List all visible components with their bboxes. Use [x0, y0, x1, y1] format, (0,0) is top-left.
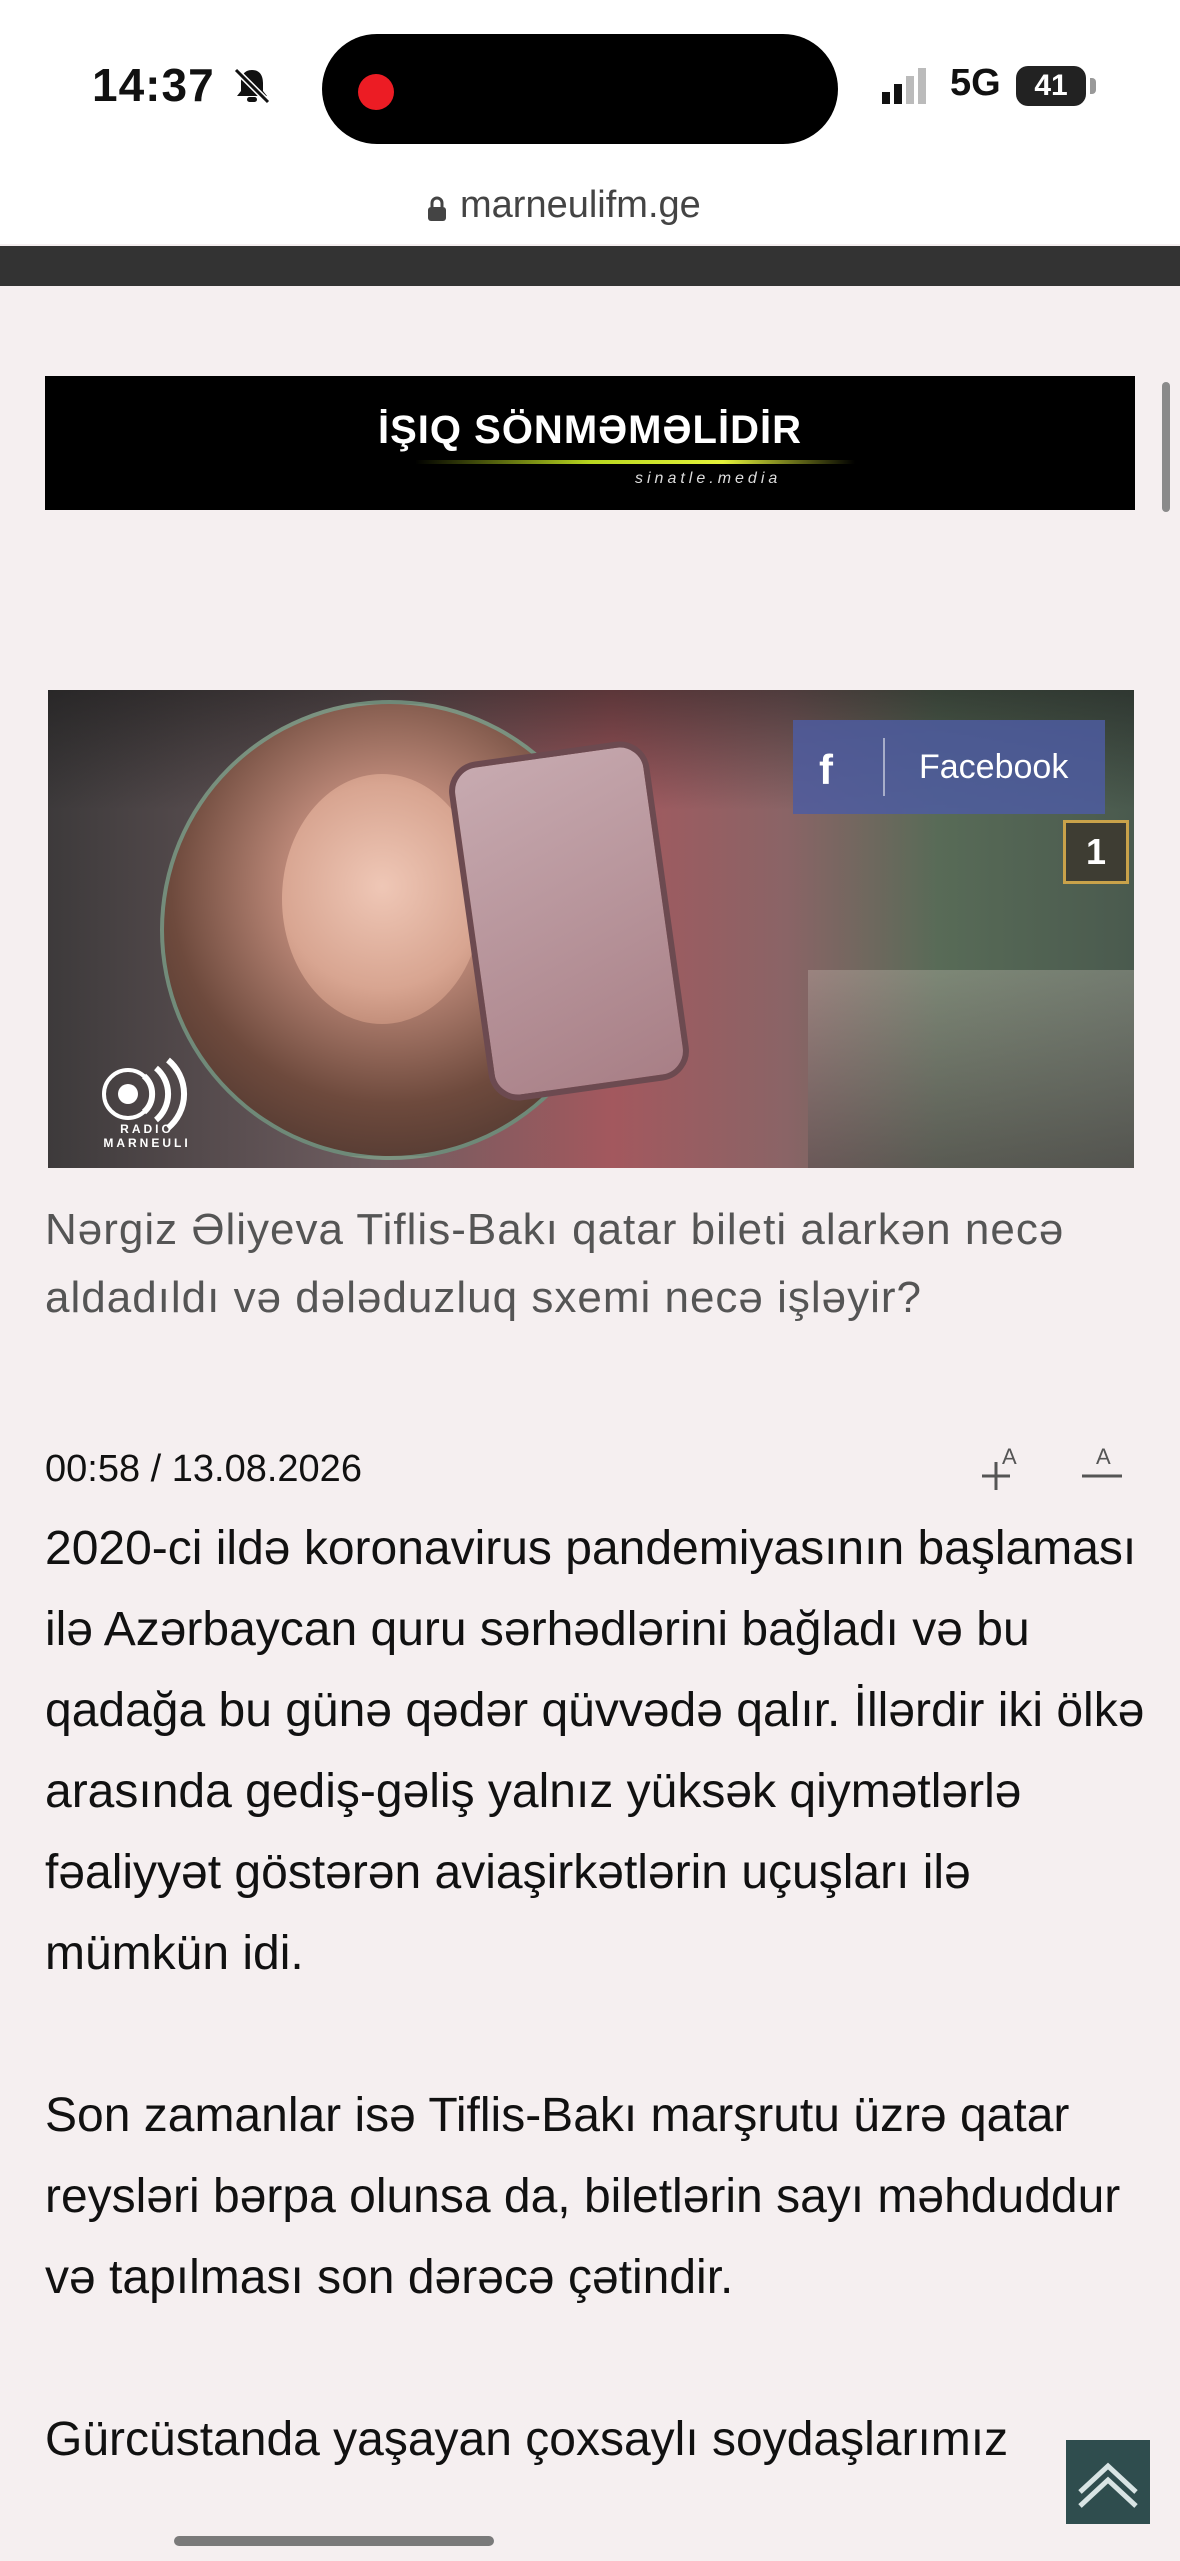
scroll-top-button[interactable]: [1066, 2440, 1150, 2524]
article-paragraph: Gürcüstanda yaşayan çoxsaylı soydaşlarım…: [45, 2413, 1009, 2466]
chevron-up-icon: [1078, 2462, 1138, 2508]
recording-indicator-icon: [358, 74, 394, 110]
article-hero-image: f Facebook 1 RADIO MARNEULI: [48, 690, 1134, 1168]
facebook-separator: [883, 738, 885, 796]
url-text[interactable]: marneulifm.ge: [460, 184, 701, 227]
platform-number-sign: 1: [1063, 820, 1129, 884]
banner-subtitle: sinatle.media: [635, 470, 782, 487]
svg-text:A: A: [1002, 1444, 1017, 1469]
signal-icon: [882, 68, 926, 104]
article-body: 2020-ci ildə koronavirus pandemiyasının …: [45, 1508, 1155, 2561]
article-title: Nərgiz Əliyeva Tiflis-Bakı qatar bileti …: [45, 1205, 1065, 1322]
facebook-icon: f: [819, 746, 833, 793]
network-type: 5G: [950, 62, 1001, 104]
bell-slash-icon: [233, 67, 271, 105]
battery-icon: 41: [1016, 66, 1086, 106]
status-time: 14:37: [92, 59, 215, 111]
radio-logo-text: RADIO MARNEULI: [103, 1122, 191, 1150]
site-nav-strip: [0, 246, 1180, 286]
font-decrease-icon[interactable]: A: [1080, 1438, 1126, 1494]
article-paragraph: Son zamanlar isə Tiflis-Bakı marşrutu üz…: [45, 2089, 1121, 2304]
battery-tip: [1090, 78, 1096, 94]
hero-platform: [808, 970, 1134, 1168]
promo-banner[interactable]: İŞIQ SÖNMƏMƏLİDİR sinatle.media: [45, 376, 1135, 510]
font-increase-icon[interactable]: A: [978, 1438, 1026, 1494]
home-indicator[interactable]: [174, 2536, 494, 2546]
facebook-badge: f Facebook: [793, 720, 1105, 814]
scrollbar[interactable]: [1162, 382, 1170, 512]
article-date: 00:58 / 13.08.2026: [45, 1448, 362, 1490]
lock-icon: [428, 196, 446, 221]
dynamic-island: [322, 34, 838, 144]
banner-title: İŞIQ SÖNMƏMƏLİDİR: [378, 408, 802, 452]
article-paragraph: 2020-ci ildə koronavirus pandemiyasının …: [45, 1522, 1145, 1980]
banner-accent-line: [415, 460, 855, 464]
facebook-label: Facebook: [919, 748, 1069, 786]
status-bar: 14:37 5G 41: [0, 0, 1180, 170]
svg-text:A: A: [1096, 1444, 1111, 1469]
